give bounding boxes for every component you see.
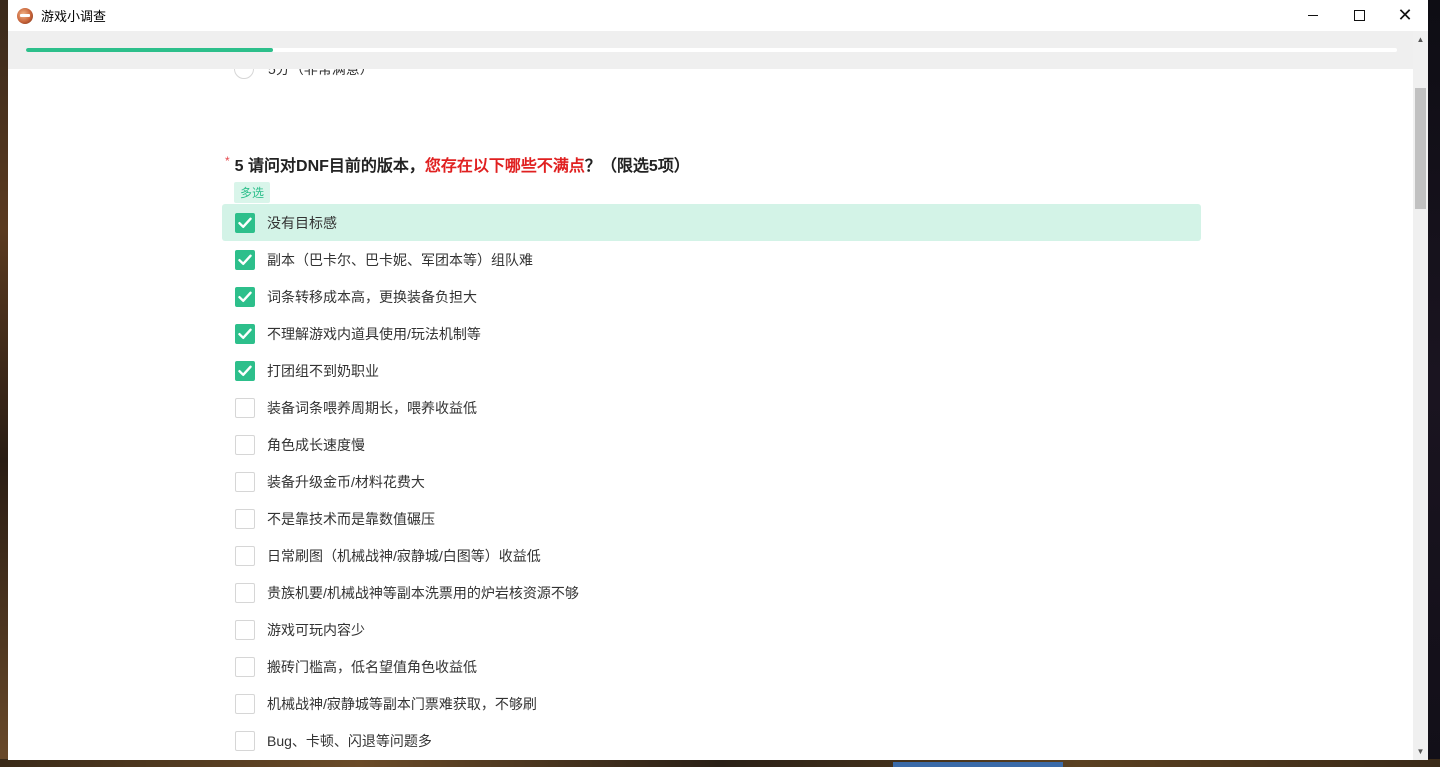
- option-list: 没有目标感副本（巴卡尔、巴卡妮、军团本等）组队难 词条转移成本高，更换装备负担大不…: [222, 204, 1201, 759]
- option-item[interactable]: 机械战神/寂静城等副本门票难获取，不够刷: [222, 685, 1201, 722]
- checkmark-icon: [238, 254, 252, 265]
- option-checkbox[interactable]: [235, 693, 255, 714]
- background-game-right: [1428, 0, 1440, 767]
- scrollbar-thumb[interactable]: [1415, 88, 1426, 209]
- option-item[interactable]: 日常刷图（机械战神/寂静城/白图等）收益低: [222, 537, 1201, 574]
- option-label: 装备词条喂养周期长，喂养收益低: [267, 399, 477, 416]
- maximize-icon: [1353, 10, 1365, 21]
- option-item[interactable]: 不是靠技术而是靠数值碾压: [222, 500, 1201, 537]
- option-checkbox[interactable]: [235, 286, 255, 307]
- option-label: 机械战神/寂静城等副本门票难获取，不够刷: [267, 695, 537, 712]
- progress-area: [8, 31, 1413, 69]
- option-label: 游戏可玩内容少: [267, 621, 365, 638]
- option-item[interactable]: 词条转移成本高，更换装备负担大: [222, 278, 1201, 315]
- option-checkbox[interactable]: [235, 545, 255, 566]
- option-item[interactable]: 装备升级金币/材料花费大: [222, 463, 1201, 500]
- window-controls: ✕: [1290, 0, 1428, 31]
- option-item[interactable]: 副本（巴卡尔、巴卡妮、军团本等）组队难: [222, 241, 1201, 278]
- background-game-bottom: [0, 759, 1440, 767]
- option-item[interactable]: 贵族机要/机械战神等副本洗票用的炉岩核资源不够: [222, 574, 1201, 611]
- option-label: 不理解游戏内道具使用/玩法机制等: [267, 325, 481, 342]
- scroll-up-arrow-icon[interactable]: ▲: [1413, 31, 1428, 48]
- option-checkbox[interactable]: [235, 656, 255, 677]
- option-checkbox[interactable]: [235, 471, 255, 492]
- option-checkbox[interactable]: [235, 434, 255, 455]
- progress-fill: [26, 48, 273, 52]
- checkmark-icon: [238, 291, 252, 302]
- question-text-suffix: ？（限选5项）: [584, 158, 690, 175]
- option-label: 词条转移成本高，更换装备负担大: [267, 288, 477, 305]
- option-label: 副本（巴卡尔、巴卡妮、军团本等）组队难: [267, 251, 533, 268]
- option-checkbox[interactable]: [235, 212, 255, 233]
- question-text-highlight: 您存在以下哪些不满点: [424, 158, 585, 175]
- checkmark-icon: [238, 328, 252, 339]
- survey-content: 5分（非常满意） * 5 请问对DNF目前的版本， 您存在以下哪些不满点 ？（限…: [8, 69, 1413, 760]
- scroll-down-arrow-icon[interactable]: ▼: [1413, 743, 1428, 760]
- progress-bar: [26, 48, 1397, 52]
- option-item[interactable]: 装备词条喂养周期长，喂养收益低: [222, 389, 1201, 426]
- option-item[interactable]: 不理解游戏内道具使用/玩法机制等: [222, 315, 1201, 352]
- option-label: 不是靠技术而是靠数值碾压: [267, 510, 435, 527]
- minimize-button[interactable]: [1290, 0, 1336, 31]
- background-taskbar-accent: [893, 762, 1063, 767]
- option-label: 搬砖门槛高，低名望值角色收益低: [267, 658, 477, 675]
- option-checkbox[interactable]: [235, 582, 255, 603]
- option-checkbox[interactable]: [235, 508, 255, 529]
- question-text-prefix: 5 请问对DNF目前的版本，: [234, 158, 425, 175]
- option-label: Bug、卡顿、闪退等问题多: [267, 732, 432, 749]
- option-item[interactable]: 游戏可玩内容少: [222, 611, 1201, 648]
- app-logo-icon: [17, 7, 33, 24]
- required-mark: *: [225, 154, 230, 168]
- question-title: * 5 请问对DNF目前的版本， 您存在以下哪些不满点 ？（限选5项）: [225, 152, 690, 176]
- checkmark-icon: [238, 217, 252, 228]
- option-item[interactable]: Bug、卡顿、闪退等问题多: [222, 722, 1201, 759]
- option-label: 没有目标感: [267, 214, 337, 231]
- previous-question-option[interactable]: 5分（非常满意）: [234, 69, 374, 79]
- option-label: 贵族机要/机械战神等副本洗票用的炉岩核资源不够: [267, 584, 579, 601]
- option-item[interactable]: 没有目标感: [222, 204, 1201, 241]
- title-bar[interactable]: 游戏小调查 ✕: [8, 0, 1428, 31]
- option-item[interactable]: 打团组不到奶职业: [222, 352, 1201, 389]
- close-icon: ✕: [1397, 4, 1413, 26]
- option-label: 打团组不到奶职业: [267, 362, 379, 379]
- previous-option-label: 5分（非常满意）: [268, 69, 374, 77]
- vertical-scrollbar[interactable]: ▲ ▼: [1413, 31, 1428, 760]
- option-label: 装备升级金币/材料花费大: [267, 473, 425, 490]
- option-checkbox[interactable]: [235, 619, 255, 640]
- option-checkbox[interactable]: [235, 730, 255, 751]
- multi-select-tag: 多选: [234, 182, 271, 203]
- option-checkbox[interactable]: [235, 249, 255, 270]
- minimize-icon: [1308, 15, 1318, 16]
- option-checkbox[interactable]: [235, 323, 255, 344]
- option-item[interactable]: 搬砖门槛高，低名望值角色收益低: [222, 648, 1201, 685]
- radio-button[interactable]: [234, 69, 254, 79]
- close-button[interactable]: ✕: [1382, 0, 1428, 31]
- window-title: 游戏小调查: [41, 9, 107, 24]
- option-item[interactable]: 角色成长速度慢: [222, 426, 1201, 463]
- maximize-button[interactable]: [1336, 0, 1382, 31]
- option-checkbox[interactable]: [235, 360, 255, 381]
- option-label: 日常刷图（机械战神/寂静城/白图等）收益低: [267, 547, 541, 564]
- option-label: 角色成长速度慢: [267, 436, 365, 453]
- checkmark-icon: [238, 365, 252, 376]
- background-game-left: [0, 0, 8, 767]
- option-checkbox[interactable]: [235, 397, 255, 418]
- survey-window: 游戏小调查 ✕ 5分（非常满意） * 5 请问对DNF目前的版本， 您存在以下哪…: [8, 0, 1428, 760]
